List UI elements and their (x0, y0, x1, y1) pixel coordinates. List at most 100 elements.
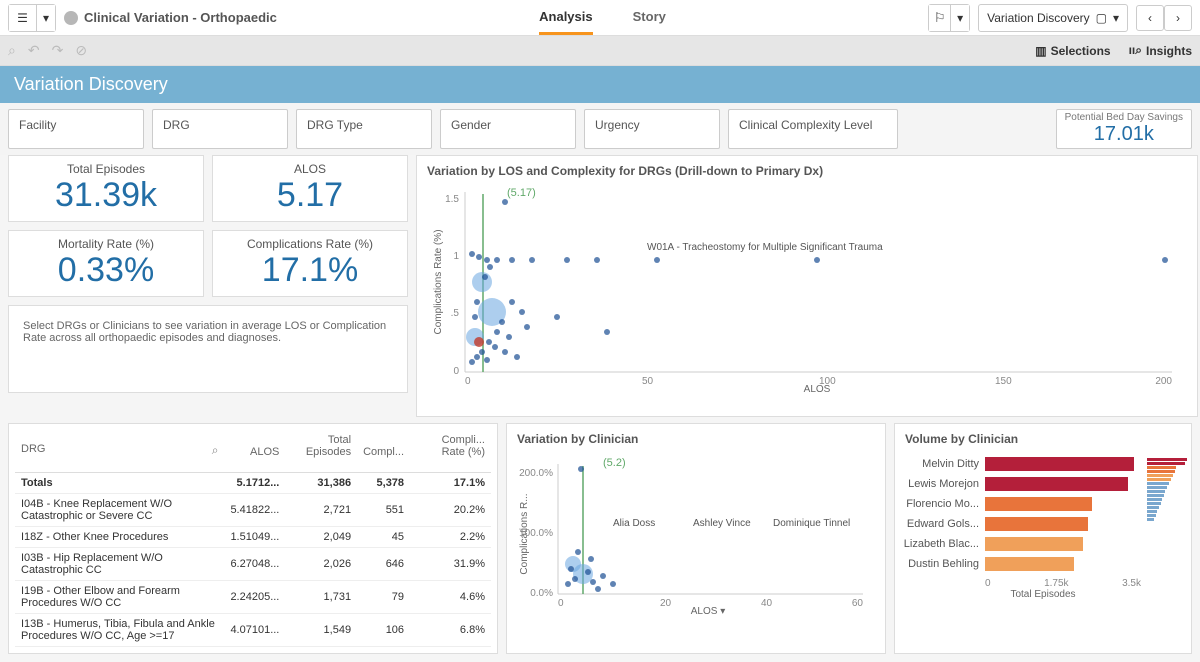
svg-text:Dominique Tinnel: Dominique Tinnel (773, 518, 850, 529)
main-tabs: Analysis Story (285, 0, 920, 35)
bar-fill (985, 457, 1134, 471)
nav-arrows: ‹ › (1136, 5, 1192, 31)
svg-text:ALOS ▾: ALOS ▾ (691, 606, 726, 617)
th-compl[interactable]: Compl... (357, 430, 410, 473)
scatter-dots (466, 199, 1168, 365)
bar-track (985, 497, 1141, 511)
bar-row[interactable]: Dustin Behling (901, 554, 1141, 574)
filter-drg[interactable]: DRG (152, 109, 288, 149)
page-title: Variation Discovery (0, 66, 1200, 103)
chevron-down-icon: ▾ (957, 11, 963, 25)
search-icon[interactable]: ⌕ (212, 443, 219, 458)
scatter-clinician-svg: ALOS ▾ Complications R... 0 20 40 60 0.0… (513, 454, 873, 624)
chart-variation-clinician[interactable]: Variation by Clinician ALOS ▾ Complicati… (506, 423, 886, 654)
svg-text:0: 0 (558, 598, 564, 609)
filter-complexity[interactable]: Clinical Complexity Level (728, 109, 898, 149)
table-row[interactable]: I13B - Humerus, Tibia, Fibula and Ankle … (15, 614, 491, 647)
chart-volume-clinician[interactable]: Volume by Clinician Melvin DittyLewis Mo… (894, 423, 1192, 654)
bar-label: Florencio Mo... (901, 498, 979, 510)
forward-icon[interactable]: ↷ (52, 42, 64, 59)
table-row[interactable]: I18Z - Other Knee Procedures1.51049...2,… (15, 527, 491, 548)
app-title-text: Clinical Variation - Orthopaedic (84, 10, 277, 25)
bar-fill (985, 497, 1092, 511)
kpi-column: Total Episodes 31.39k ALOS 5.17 Mortalit… (8, 155, 408, 417)
main-area: Total Episodes 31.39k ALOS 5.17 Mortalit… (0, 155, 1200, 423)
insights-icon: ıı⌕ (1129, 43, 1142, 58)
kpi-potential-label: Potential Bed Day Savings (1065, 112, 1183, 123)
th-alos[interactable]: ALOS (224, 430, 285, 473)
smart-search-icon[interactable]: ⌕ (8, 42, 16, 59)
back-icon[interactable]: ↶ (28, 42, 40, 59)
svg-text:W01A - Tracheostomy for Multip: W01A - Tracheostomy for Multiple Signifi… (647, 242, 883, 253)
bar-label: Lewis Morejon (901, 478, 979, 490)
bar-track (985, 517, 1141, 531)
bar-row[interactable]: Edward Gols... (901, 514, 1141, 534)
svg-text:1: 1 (453, 251, 459, 262)
kpi-total-episodes[interactable]: Total Episodes 31.39k (8, 155, 204, 222)
filter-urgency[interactable]: Urgency (584, 109, 720, 149)
chart-variation-los-title: Variation by LOS and Complexity for DRGs… (427, 164, 1187, 178)
filter-drg-type[interactable]: DRG Type (296, 109, 432, 149)
next-sheet-button[interactable]: › (1164, 5, 1192, 31)
table-row[interactable]: I03B - Hip Replacement W/O Catastrophic … (15, 548, 491, 581)
bar-row[interactable]: Melvin Ditty (901, 454, 1141, 474)
minimap (1147, 458, 1187, 548)
bar-row[interactable]: Florencio Mo... (901, 494, 1141, 514)
clear-selections-icon[interactable]: ⊘ (75, 42, 87, 59)
insights-button[interactable]: ıı⌕Insights (1129, 43, 1192, 58)
filter-row: Facility DRG DRG Type Gender Urgency Cli… (0, 103, 1200, 155)
svg-text:0.0%: 0.0% (530, 588, 553, 599)
filter-facility[interactable]: Facility (8, 109, 144, 149)
th-drg: DRG⌕ (15, 430, 224, 473)
svg-text:.5: .5 (451, 308, 460, 319)
bookmark-button[interactable]: ⚐ (929, 5, 951, 31)
th-rate[interactable]: Compli... Rate (%) (410, 430, 491, 473)
svg-text:50: 50 (642, 376, 654, 387)
svg-text:100.0%: 100.0% (519, 528, 553, 539)
drg-table-panel[interactable]: DRG⌕ ALOS Total Episodes Compl... Compli… (8, 423, 498, 654)
hamburger-button[interactable]: ☰ (9, 5, 37, 31)
sheet-icon: ▢ (1096, 11, 1107, 25)
bar-track (985, 477, 1141, 491)
kpi-mortality[interactable]: Mortality Rate (%) 0.33% (8, 230, 204, 297)
svg-text:40: 40 (761, 598, 773, 609)
bar-track (985, 537, 1141, 551)
svg-text:200.0%: 200.0% (519, 468, 553, 479)
bar-label: Lizabeth Blac... (901, 538, 979, 550)
bar-row[interactable]: Lewis Morejon (901, 474, 1141, 494)
chevron-down-icon: ▾ (43, 11, 49, 25)
svg-text:(5.17): (5.17) (507, 187, 536, 199)
svg-text:0: 0 (465, 376, 471, 387)
bookmark-dropdown-button[interactable]: ▾ (951, 5, 969, 31)
bar-fill (985, 537, 1083, 551)
table-row[interactable]: I19B - Other Elbow and Forearm Procedure… (15, 581, 491, 614)
bookmark-group: ⚐ ▾ (928, 4, 970, 32)
hamburger-icon: ☰ (17, 11, 28, 25)
sheet-dropdown[interactable]: Variation Discovery ▢ ▾ (978, 4, 1128, 32)
svg-text:150: 150 (995, 376, 1012, 387)
svg-text:1.5: 1.5 (445, 194, 459, 205)
help-note: Select DRGs or Clinicians to see variati… (8, 305, 408, 393)
bar-label: Dustin Behling (901, 558, 979, 570)
svg-text:20: 20 (660, 598, 672, 609)
bar-fill (985, 517, 1088, 531)
bar-row[interactable]: Lizabeth Blac... (901, 534, 1141, 554)
tab-analysis[interactable]: Analysis (539, 0, 592, 35)
sub-toolbar: ⌕ ↶ ↷ ⊘ ▥Selections ıı⌕Insights (0, 36, 1200, 66)
th-episodes[interactable]: Total Episodes (285, 430, 357, 473)
table-row[interactable]: I04B - Knee Replacement W/O Catastrophic… (15, 494, 491, 527)
menu-dropdown-button[interactable]: ▾ (37, 5, 55, 31)
chart-variation-los[interactable]: Variation by LOS and Complexity for DRGs… (416, 155, 1198, 417)
bar-track (985, 557, 1141, 571)
filter-gender[interactable]: Gender (440, 109, 576, 149)
prev-sheet-button[interactable]: ‹ (1136, 5, 1164, 31)
svg-text:100: 100 (819, 376, 836, 387)
app-title: Clinical Variation - Orthopaedic (64, 10, 277, 25)
kpi-complications[interactable]: Complications Rate (%) 17.1% (212, 230, 408, 297)
bar-fill (985, 557, 1074, 571)
kpi-potential-savings: Potential Bed Day Savings 17.01k (1056, 109, 1192, 149)
top-bar: ☰ ▾ Clinical Variation - Orthopaedic Ana… (0, 0, 1200, 36)
tab-story[interactable]: Story (633, 0, 666, 35)
selections-button[interactable]: ▥Selections (1035, 43, 1110, 58)
kpi-alos[interactable]: ALOS 5.17 (212, 155, 408, 222)
